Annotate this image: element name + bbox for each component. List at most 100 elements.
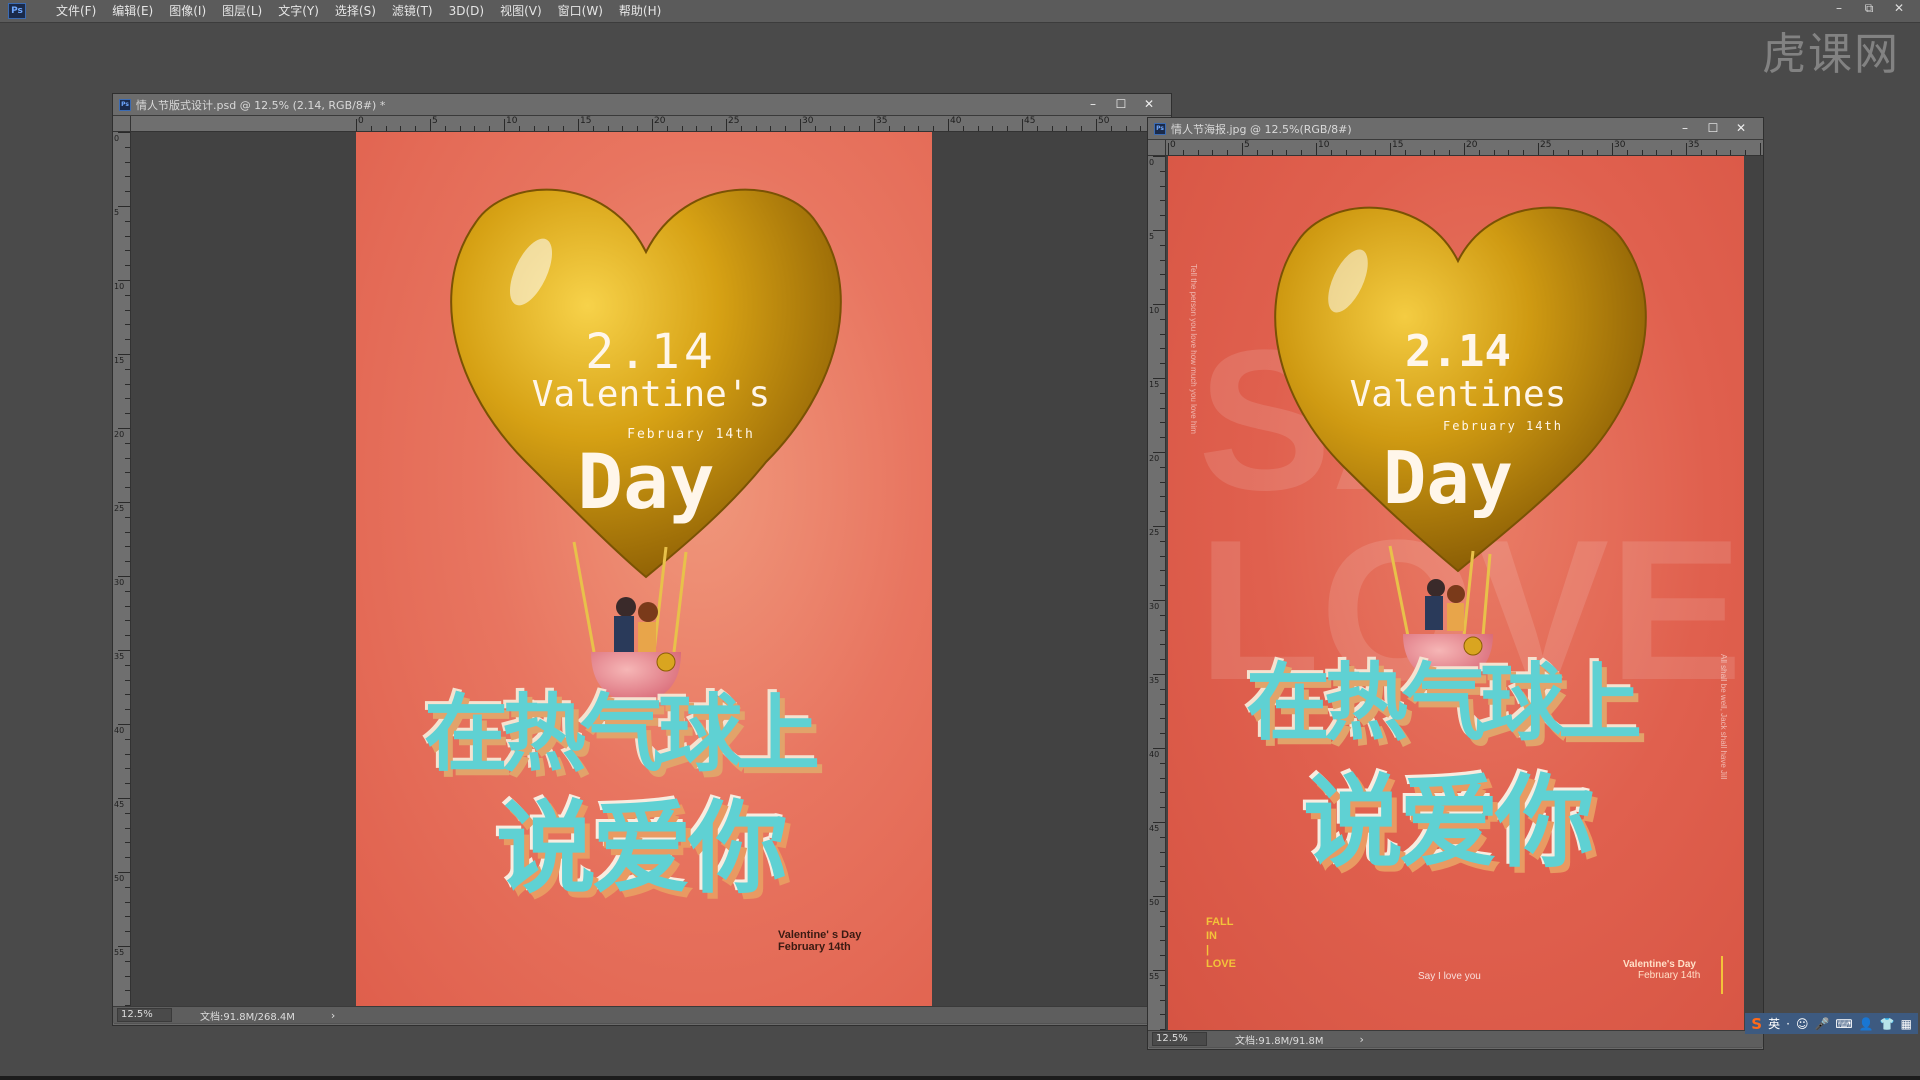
document-titlebar[interactable]: Ps 情人节版式设计.psd @ 12.5% (2.14, RGB/8#) * … — [113, 94, 1171, 116]
ruler-tick — [125, 635, 130, 637]
zoom-level-field[interactable]: 12.5% — [1152, 1032, 1207, 1046]
menu-window[interactable]: 窗口(W) — [550, 0, 611, 23]
ruler-origin[interactable] — [113, 116, 131, 132]
taskbar-edge — [0, 1076, 1920, 1080]
ruler-tick — [696, 126, 698, 131]
status-menu-arrow[interactable]: › — [331, 1009, 335, 1022]
ruler-tick — [548, 126, 550, 131]
ruler-tick — [1160, 629, 1165, 631]
ruler-tick — [726, 119, 727, 131]
ruler-tick — [1271, 150, 1273, 155]
close-button[interactable]: ✕ — [1135, 96, 1163, 112]
minimize-button[interactable]: – — [1079, 96, 1107, 112]
ruler-label: 20 — [114, 430, 125, 439]
ruler-label: 45 — [1024, 116, 1036, 126]
ruler-tick — [370, 126, 372, 131]
ime-keyboard-icon[interactable]: ⌨ — [1835, 1017, 1852, 1031]
ruler-tick — [1160, 363, 1165, 365]
close-button[interactable]: ✕ — [1727, 120, 1755, 136]
ruler-tick — [125, 561, 130, 563]
menu-type[interactable]: 文字(Y) — [270, 0, 327, 23]
ruler-tick — [125, 990, 130, 992]
ruler-tick — [125, 220, 130, 222]
restore-app-button[interactable]: ⧉ — [1854, 0, 1884, 16]
ruler-tick — [1160, 555, 1165, 557]
heart-february-text: February 14th — [1443, 419, 1563, 433]
ime-toolbox-icon[interactable]: ▦ — [1901, 1017, 1912, 1031]
horizontal-ruler[interactable]: 0510152025303540455055 — [131, 116, 1171, 132]
ruler-label: 5 — [1244, 140, 1250, 150]
ime-emoji-icon[interactable]: ☺ — [1796, 1017, 1809, 1031]
vertical-ruler[interactable]: 0 5 10 15 20 25 30 35 40 45 50 55 — [1148, 156, 1166, 1030]
ruler-tick — [125, 413, 130, 415]
ruler-label: 30 — [1614, 140, 1626, 150]
minimize-app-button[interactable]: – — [1824, 0, 1854, 16]
ruler-tick — [125, 487, 130, 489]
menu-layer[interactable]: 图层(L) — [214, 0, 270, 23]
ime-english-toggle[interactable]: 英 — [1768, 1015, 1780, 1032]
menu-help[interactable]: 帮助(H) — [611, 0, 669, 23]
ruler-tick — [1212, 150, 1214, 155]
photoshop-app-icon[interactable]: Ps — [8, 3, 26, 19]
ruler-label: 35 — [1688, 140, 1700, 150]
ruler-tick — [1036, 126, 1038, 131]
ruler-label: 5 — [432, 116, 438, 126]
ruler-tick — [844, 126, 846, 131]
ruler-label: 50 — [1149, 898, 1160, 907]
ruler-tick — [1160, 925, 1165, 927]
status-menu-arrow[interactable]: › — [1360, 1033, 1364, 1046]
ime-toolbar[interactable]: S 英 · ☺ 🎤 ⌨ 👤 👕 ▦ — [1745, 1013, 1918, 1034]
ruler-tick — [1523, 150, 1525, 155]
menu-image[interactable]: 图像(I) — [161, 0, 214, 23]
minimize-button[interactable]: – — [1671, 120, 1699, 136]
ruler-tick — [118, 354, 130, 355]
ruler-tick — [962, 126, 964, 131]
ruler-tick — [874, 119, 875, 131]
ruler-tick — [459, 126, 461, 131]
horizontal-ruler[interactable]: 0 5 10 15 20 25 30 35 — [1166, 140, 1763, 156]
heart-date-text: 2.14 — [585, 324, 717, 380]
menu-edit[interactable]: 编辑(E) — [104, 0, 161, 23]
ime-skin-icon[interactable]: 👕 — [1880, 1017, 1895, 1031]
menu-file[interactable]: 文件(F) — [48, 0, 104, 23]
menu-select[interactable]: 选择(S) — [327, 0, 384, 23]
document-titlebar[interactable]: Ps 情人节海报.jpg @ 12.5%(RGB/8#) – ☐ ✕ — [1148, 118, 1763, 140]
valentine-poster-canvas[interactable]: SAY LOVE — [1168, 156, 1744, 1030]
canvas-area[interactable]: 2.14 Valentine's February 14th Day 在热气球上… — [131, 132, 1171, 1006]
ruler-tick — [1153, 230, 1165, 231]
ruler-tick — [1066, 126, 1068, 131]
ruler-label: 20 — [1149, 454, 1160, 463]
zoom-level-field[interactable]: 12.5% — [117, 1008, 172, 1022]
document-window-psd[interactable]: Ps 情人节版式设计.psd @ 12.5% (2.14, RGB/8#) * … — [112, 93, 1172, 1026]
ruler-tick — [1160, 570, 1165, 572]
maximize-button[interactable]: ☐ — [1107, 96, 1135, 112]
ruler-tick — [1160, 762, 1165, 764]
ruler-origin[interactable] — [1148, 140, 1166, 156]
ruler-tick — [1316, 143, 1317, 155]
ime-user-icon[interactable]: 👤 — [1859, 1017, 1874, 1031]
close-app-button[interactable]: ✕ — [1884, 0, 1914, 16]
menu-3d[interactable]: 3D(D) — [441, 0, 492, 23]
ruler-label: 25 — [1149, 528, 1160, 537]
ruler-tick — [563, 126, 565, 131]
ruler-tick — [444, 126, 446, 131]
document-window-jpg[interactable]: Ps 情人节海报.jpg @ 12.5%(RGB/8#) – ☐ ✕ 0 5 10 1… — [1147, 117, 1764, 1050]
ruler-label: 40 — [950, 116, 962, 126]
ruler-tick — [125, 738, 130, 740]
ruler-tick — [1160, 688, 1165, 690]
maximize-button[interactable]: ☐ — [1699, 120, 1727, 136]
ruler-tick — [1081, 126, 1083, 131]
ruler-label: 50 — [1098, 116, 1110, 126]
menu-view[interactable]: 视图(V) — [492, 0, 550, 23]
sogou-logo-icon[interactable]: S — [1751, 1015, 1762, 1033]
menu-filter[interactable]: 滤镜(T) — [384, 0, 441, 23]
ruler-tick — [1160, 866, 1165, 868]
ruler-tick — [1153, 378, 1165, 379]
ime-punctuation-icon[interactable]: · — [1786, 1017, 1790, 1031]
ruler-tick — [1153, 156, 1165, 157]
canvas-area[interactable]: SAY LOVE — [1166, 156, 1763, 1030]
ruler-tick — [118, 206, 130, 207]
ime-microphone-icon[interactable]: 🎤 — [1814, 1017, 1829, 1031]
valentine-poster-canvas[interactable]: 2.14 Valentine's February 14th Day 在热气球上… — [356, 132, 932, 1006]
vertical-ruler[interactable]: 0 5 10 15 20 25 30 35 40 45 50 55 — [113, 132, 131, 1006]
